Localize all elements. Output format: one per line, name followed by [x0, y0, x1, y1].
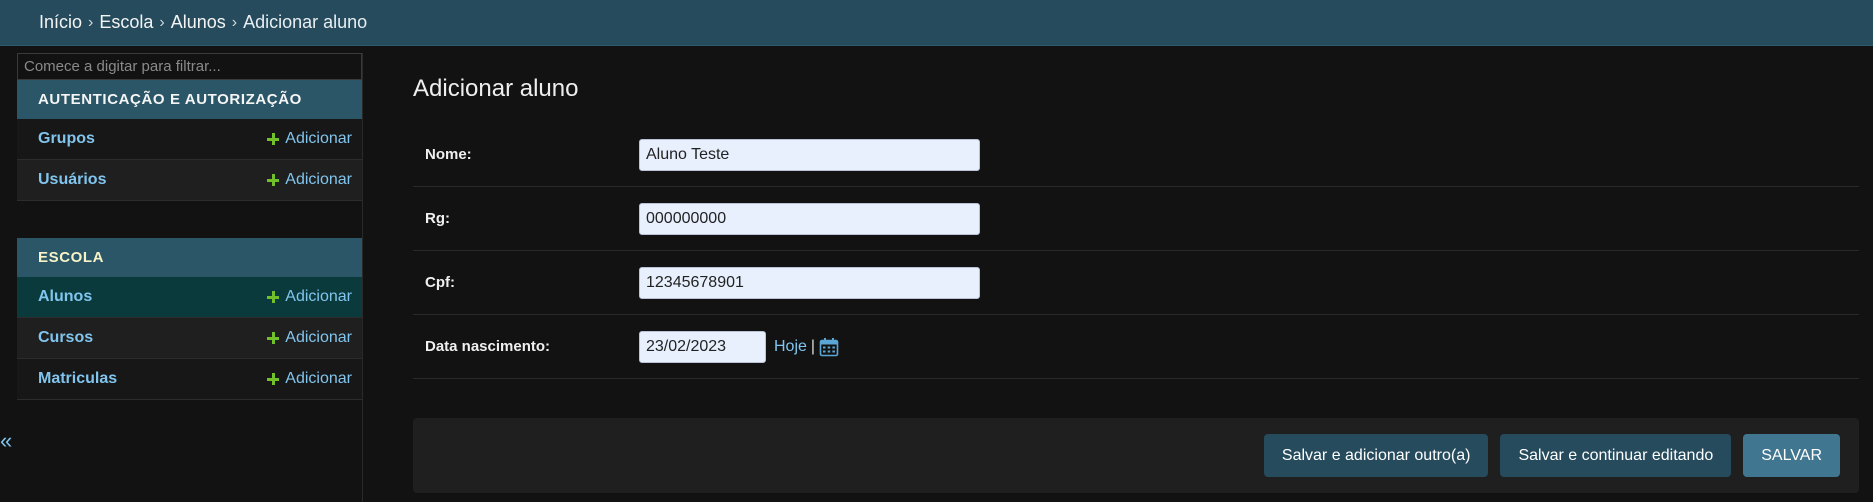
add-cursos-link[interactable]: Adicionar	[267, 329, 352, 347]
add-label: Adicionar	[285, 130, 352, 147]
add-alunos-link[interactable]: Adicionar	[267, 288, 352, 306]
cpf-field[interactable]	[639, 266, 980, 299]
module-header-auth[interactable]: AUTENTICAÇÃO E AUTORIZAÇÃO	[17, 80, 362, 119]
plus-icon	[267, 174, 280, 186]
breadcrumb-bar: Início › Escola › Alunos › Adicionar alu…	[0, 0, 1873, 46]
add-label: Adicionar	[285, 329, 352, 346]
sidebar-item-matriculas: Matriculas Adicionar	[17, 359, 362, 400]
form-row-cpf: Cpf:	[413, 251, 1859, 315]
sidebar-item-cursos: Cursos Adicionar	[17, 318, 362, 359]
sidebar-item-grupos-link[interactable]: Grupos	[38, 130, 95, 148]
nome-field[interactable]	[639, 138, 980, 171]
sidebar-item-grupos: Grupos Adicionar	[17, 119, 362, 160]
save-add-another-button[interactable]: Salvar e adicionar outro(a)	[1263, 434, 1489, 477]
breadcrumb-separator: ›	[88, 13, 94, 31]
data-nascimento-label: Data nascimento:	[425, 338, 551, 355]
breadcrumb-home[interactable]: Início	[39, 12, 82, 33]
main-content: Adicionar aluno Nome: Rg: Cpf: Data nasc…	[413, 53, 1859, 493]
sidebar-item-usuarios: Usuários Adicionar	[17, 160, 362, 201]
breadcrumb-separator: ›	[231, 13, 238, 31]
form-row-rg: Rg:	[413, 187, 1859, 251]
cpf-label: Cpf:	[425, 274, 455, 291]
sidebar-item-cursos-link[interactable]: Cursos	[38, 329, 93, 347]
module-spacer	[17, 201, 362, 238]
breadcrumb-current: Adicionar aluno	[243, 12, 368, 32]
nome-label: Nome:	[425, 146, 472, 163]
module-header-escola[interactable]: ESCOLA	[17, 238, 362, 277]
collapse-sidebar-icon[interactable]: «	[0, 430, 12, 452]
plus-icon	[267, 373, 280, 385]
sidebar: AUTENTICAÇÃO E AUTORIZAÇÃO Grupos Adicio…	[17, 53, 363, 502]
breadcrumb-separator: ›	[159, 13, 165, 31]
data-nascimento-field[interactable]	[639, 330, 766, 363]
calendar-icon[interactable]	[819, 337, 839, 357]
rg-label: Rg:	[425, 210, 450, 227]
sidebar-item-usuarios-link[interactable]: Usuários	[38, 171, 106, 189]
sidebar-item-matriculas-link[interactable]: Matriculas	[38, 370, 117, 388]
breadcrumb-escola[interactable]: Escola	[99, 12, 153, 33]
breadcrumb-alunos[interactable]: Alunos	[171, 12, 226, 33]
add-matriculas-link[interactable]: Adicionar	[267, 370, 352, 388]
sidebar-item-alunos-link[interactable]: Alunos	[38, 288, 92, 306]
add-label: Adicionar	[285, 288, 352, 305]
form-row-data-nascimento: Data nascimento: Hoje |	[413, 315, 1859, 379]
save-continue-button[interactable]: Salvar e continuar editando	[1500, 434, 1732, 477]
plus-icon	[267, 291, 280, 303]
submit-row: Salvar e adicionar outro(a) Salvar e con…	[413, 418, 1859, 493]
add-usuarios-link[interactable]: Adicionar	[267, 171, 352, 189]
add-label: Adicionar	[285, 171, 352, 188]
sidebar-filter-input[interactable]	[17, 53, 362, 80]
add-grupos-link[interactable]: Adicionar	[267, 130, 352, 148]
sidebar-item-alunos: Alunos Adicionar	[17, 277, 362, 318]
plus-icon	[267, 332, 280, 344]
add-label: Adicionar	[285, 370, 352, 387]
rg-field[interactable]	[639, 202, 980, 235]
form-row-nome: Nome:	[413, 123, 1859, 187]
page-title: Adicionar aluno	[413, 75, 579, 102]
save-button[interactable]: SALVAR	[1743, 434, 1840, 477]
today-link[interactable]: Hoje	[774, 338, 807, 356]
date-separator: |	[810, 337, 816, 355]
plus-icon	[267, 133, 280, 145]
